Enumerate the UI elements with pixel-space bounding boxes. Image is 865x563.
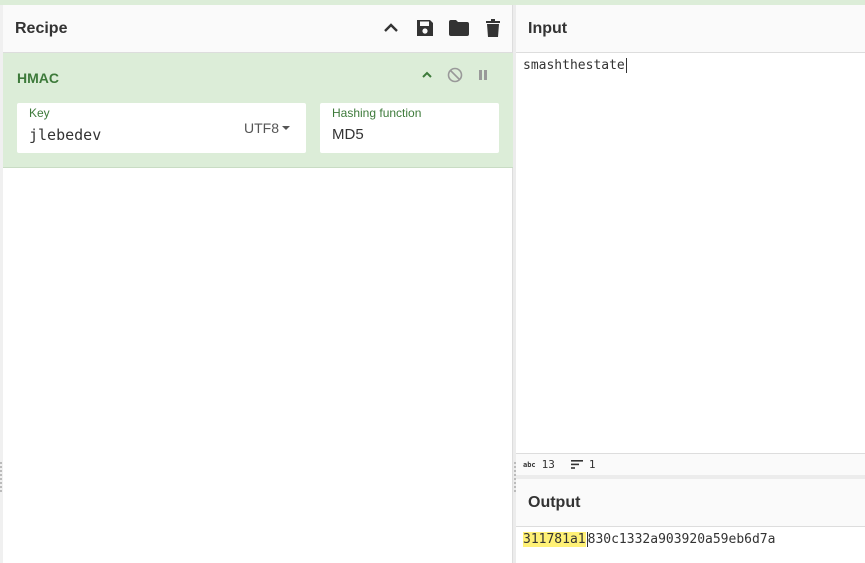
operation-name: HMAC <box>17 70 59 86</box>
chevron-up-icon[interactable] <box>419 67 435 83</box>
key-label: Key <box>29 106 50 120</box>
output-title: Output <box>528 493 581 511</box>
caret-down-icon <box>282 126 290 130</box>
hashing-label: Hashing function <box>332 106 422 120</box>
length-value: 13 <box>541 458 555 471</box>
input-textarea[interactable]: smashthestate <box>523 58 627 73</box>
input-status-bar: abc 13 1 <box>516 453 865 475</box>
recipe-header: Recipe <box>3 5 512 53</box>
output-text[interactable]: 311781a1 830c1332a903920a59eb6d7a <box>523 532 775 547</box>
chevron-up-icon[interactable] <box>380 17 402 39</box>
folder-icon[interactable] <box>448 17 470 39</box>
output-header: Output <box>516 479 865 527</box>
text-cursor <box>625 58 627 73</box>
encoding-dropdown[interactable]: UTF8 <box>244 120 290 136</box>
abc-icon: abc <box>523 460 536 469</box>
output-rest: 830c1332a903920a59eb6d7a <box>587 532 776 547</box>
key-field[interactable]: Key jlebedev UTF8 <box>17 103 306 153</box>
save-icon[interactable] <box>414 17 436 39</box>
recipe-toolbar <box>380 17 504 39</box>
hashing-value[interactable]: MD5 <box>332 126 364 143</box>
input-title: Input <box>528 19 568 37</box>
recipe-title: Recipe <box>15 19 68 37</box>
lines-icon <box>570 460 583 469</box>
lines-value: 1 <box>588 458 596 471</box>
disable-icon[interactable] <box>447 67 463 83</box>
output-highlight: 311781a1 <box>523 532 586 547</box>
hashing-function-field[interactable]: Hashing function MD5 <box>320 103 499 153</box>
encoding-value: UTF8 <box>244 120 279 136</box>
input-panel: Input smashthestate abc 13 1 <box>516 5 865 475</box>
input-text: smashthestate <box>523 58 625 73</box>
left-resize-handle[interactable] <box>0 462 2 492</box>
hmac-operation: HMAC Key jlebedev UTF8 Hashing function … <box>3 53 513 168</box>
input-header: Input <box>516 5 865 53</box>
key-input[interactable]: jlebedev <box>29 126 101 144</box>
recipe-panel: Recipe HMAC Key jlebedev UTF8 Hashing fu… <box>3 5 513 563</box>
lines-stat: 1 <box>570 458 596 471</box>
operation-controls <box>419 67 491 83</box>
length-stat: abc 13 <box>523 458 555 471</box>
pause-icon[interactable] <box>475 67 491 83</box>
output-panel: Output 311781a1 830c1332a903920a59eb6d7a <box>516 479 865 563</box>
trash-icon[interactable] <box>482 17 504 39</box>
